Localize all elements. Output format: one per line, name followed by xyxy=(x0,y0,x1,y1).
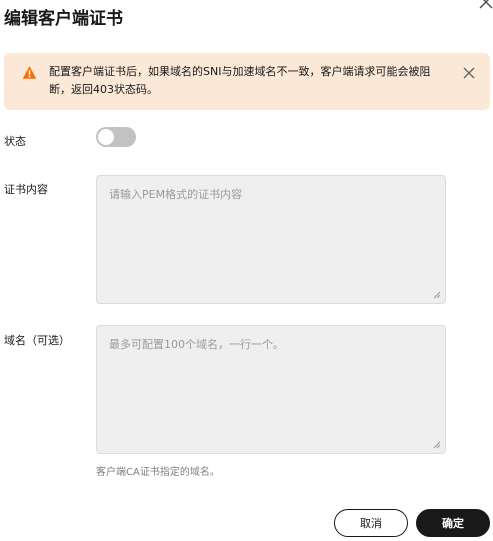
warning-alert: 配置客户端证书后，如果域名的SNI与加速域名不一致，客户端请求可能会被阻断，返回… xyxy=(4,53,490,110)
cert-content-label: 证书内容 xyxy=(4,183,48,196)
close-icon[interactable] xyxy=(478,0,493,10)
alert-message: 配置客户端证书后，如果域名的SNI与加速域名不一致，客户端请求可能会被阻断，返回… xyxy=(49,65,431,96)
domains-placeholder: 最多可配置100个域名，一行一个。 xyxy=(109,338,284,351)
status-toggle[interactable] xyxy=(96,127,136,147)
cancel-button[interactable]: 取消 xyxy=(334,509,408,537)
status-label: 状态 xyxy=(4,135,26,148)
cert-content-placeholder: 请输入PEM格式的证书内容 xyxy=(109,188,243,201)
toggle-knob xyxy=(98,129,114,145)
alert-close-icon[interactable] xyxy=(462,66,476,80)
dialog-title: 编辑客户端证书 xyxy=(4,9,123,29)
domains-label: 域名（可选） xyxy=(4,334,70,347)
domains-textarea[interactable]: 最多可配置100个域名，一行一个。 xyxy=(96,325,446,454)
cert-content-textarea[interactable]: 请输入PEM格式的证书内容 xyxy=(96,175,446,304)
confirm-button[interactable]: 确定 xyxy=(416,509,490,537)
resize-grip-icon[interactable] xyxy=(433,291,441,299)
warning-icon xyxy=(22,66,37,79)
resize-grip-icon[interactable] xyxy=(433,441,441,449)
edit-client-cert-dialog: 编辑客户端证书 配置客户端证书后，如果域名的SNI与加速域名不一致，客户端请求可… xyxy=(0,0,493,541)
domains-help-text: 客户端CA证书指定的域名。 xyxy=(96,467,220,478)
